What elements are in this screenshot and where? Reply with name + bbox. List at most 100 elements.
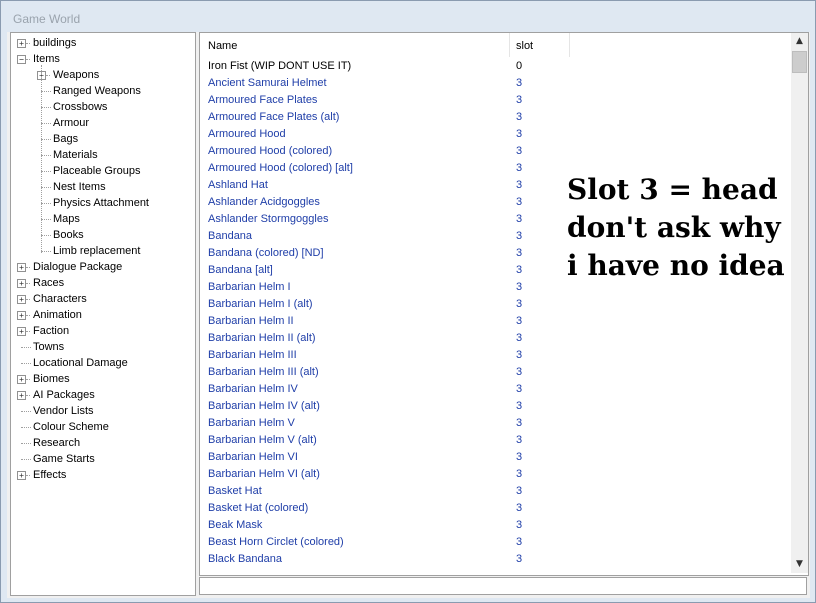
tree-item[interactable]: Game Starts <box>11 451 195 467</box>
column-header-slot[interactable]: slot <box>510 33 570 57</box>
table-row[interactable]: Armoured Face Plates (alt) 3 <box>200 109 790 126</box>
tree-item[interactable]: + Characters <box>11 291 195 307</box>
table-row[interactable]: Barbarian Helm IV 3 <box>200 381 790 398</box>
table-row[interactable]: Barbarian Helm II 3 <box>200 313 790 330</box>
category-tree[interactable]: + buildings − Items + Weapons Ranged Weapons Cr… <box>10 32 196 596</box>
tree-connector <box>26 59 30 60</box>
status-field[interactable] <box>199 577 807 595</box>
table-row[interactable]: Barbarian Helm I (alt) 3 <box>200 296 790 313</box>
tree-item[interactable]: Materials <box>11 147 195 163</box>
tree-connector <box>26 267 30 268</box>
table-row[interactable]: Barbarian Helm III 3 <box>200 347 790 364</box>
table-row[interactable]: Barbarian Helm V (alt) 3 <box>200 432 790 449</box>
table-row[interactable]: Barbarian Helm III (alt) 3 <box>200 364 790 381</box>
tree-item[interactable]: Bags <box>11 131 195 147</box>
table-row[interactable]: Iron Fist (WIP DONT USE IT) 0 <box>200 58 790 75</box>
tree-item-label: Armour <box>53 117 90 129</box>
overlay-annotation: Slot 3 = head don't ask why i have no id… <box>567 171 785 285</box>
tree-item-label: Crossbows <box>53 101 108 113</box>
tree-item-label: Ranged Weapons <box>53 85 141 97</box>
item-slot: 3 <box>516 468 523 480</box>
tree-item[interactable]: Colour Scheme <box>11 419 195 435</box>
table-row[interactable]: Barbarian Helm IV (alt) 3 <box>200 398 790 415</box>
tree-item[interactable]: − Items <box>11 51 195 67</box>
tree-connector <box>41 235 51 236</box>
table-row[interactable]: Armoured Hood 3 <box>200 126 790 143</box>
table-row[interactable]: Barbarian Helm VI 3 <box>200 449 790 466</box>
item-slot: 3 <box>516 213 523 225</box>
item-list[interactable]: Name slot Iron Fist (WIP DONT USE IT) 0 An… <box>199 32 809 576</box>
item-slot: 3 <box>516 536 523 548</box>
tree-item[interactable]: Towns <box>11 339 195 355</box>
tree-item[interactable]: Books <box>11 227 195 243</box>
tree-item[interactable]: + Faction <box>11 323 195 339</box>
tree-item-label: Towns <box>33 341 65 353</box>
tree-item[interactable]: Limb replacement <box>11 243 195 259</box>
tree-item[interactable]: Nest Items <box>11 179 195 195</box>
table-row[interactable]: Barbarian Helm VI (alt) 3 <box>200 466 790 483</box>
scroll-down-icon[interactable]: ▼ <box>791 556 808 573</box>
tree-item[interactable]: + Weapons <box>11 67 195 83</box>
tree-item[interactable]: + buildings <box>11 35 195 51</box>
window-client-area: + buildings − Items + Weapons Ranged Weapons Cr… <box>7 32 810 598</box>
expand-icon[interactable]: + <box>17 327 26 336</box>
item-slot: 3 <box>516 434 523 446</box>
item-name: Ashlander Stormgoggles <box>208 213 329 225</box>
table-row[interactable]: Beak Mask 3 <box>200 517 790 534</box>
title-bar[interactable]: Game World <box>1 1 815 33</box>
tree-connector <box>21 459 31 460</box>
vertical-scrollbar[interactable]: ▲ ▼ <box>791 33 808 573</box>
table-row[interactable]: Beast Horn Circlet (colored) 3 <box>200 534 790 551</box>
tree-item[interactable]: Maps <box>11 211 195 227</box>
collapse-icon[interactable]: − <box>17 55 26 64</box>
tree-item[interactable]: Crossbows <box>11 99 195 115</box>
table-row[interactable]: Barbarian Helm V 3 <box>200 415 790 432</box>
tree-item[interactable]: Ranged Weapons <box>11 83 195 99</box>
scroll-up-icon[interactable]: ▲ <box>791 33 808 50</box>
tree-item[interactable]: Armour <box>11 115 195 131</box>
expand-icon[interactable]: + <box>17 295 26 304</box>
expand-icon[interactable]: + <box>17 263 26 272</box>
tree-item-label: Items <box>33 53 60 65</box>
item-slot: 3 <box>516 128 523 140</box>
scroll-thumb[interactable] <box>792 51 807 73</box>
table-row[interactable]: Ancient Samurai Helmet 3 <box>200 75 790 92</box>
column-header-name[interactable]: Name <box>200 33 510 57</box>
tree-item[interactable]: Research <box>11 435 195 451</box>
table-row[interactable]: Black Bandana 3 <box>200 551 790 568</box>
tree-item[interactable]: Locational Damage <box>11 355 195 371</box>
table-row[interactable]: Basket Hat 3 <box>200 483 790 500</box>
item-slot: 3 <box>516 298 523 310</box>
expand-icon[interactable]: + <box>17 471 26 480</box>
tree-connector <box>21 347 31 348</box>
item-name: Armoured Hood <box>208 128 286 140</box>
annotation-line-1: Slot 3 = head <box>567 173 778 206</box>
item-name: Basket Hat <box>208 485 262 497</box>
item-slot: 3 <box>516 315 523 327</box>
tree-connector <box>41 123 51 124</box>
tree-item-label: Animation <box>33 309 82 321</box>
expand-icon[interactable]: + <box>17 39 26 48</box>
tree-connector <box>41 65 42 253</box>
tree-item-label: Maps <box>53 213 80 225</box>
tree-item[interactable]: + AI Packages <box>11 387 195 403</box>
table-row[interactable]: Barbarian Helm II (alt) 3 <box>200 330 790 347</box>
tree-item[interactable]: + Races <box>11 275 195 291</box>
expand-icon[interactable]: + <box>17 279 26 288</box>
table-row[interactable]: Armoured Hood (colored) 3 <box>200 143 790 160</box>
expand-icon[interactable]: + <box>17 391 26 400</box>
table-row[interactable]: Basket Hat (colored) 3 <box>200 500 790 517</box>
tree-item-label: Races <box>33 277 65 289</box>
tree-item[interactable]: Physics Attachment <box>11 195 195 211</box>
table-row[interactable]: Armoured Face Plates 3 <box>200 92 790 109</box>
tree-item[interactable]: + Biomes <box>11 371 195 387</box>
tree-item[interactable]: Vendor Lists <box>11 403 195 419</box>
tree-item-label: AI Packages <box>33 389 95 401</box>
expand-icon[interactable]: + <box>17 311 26 320</box>
tree-item[interactable]: Placeable Groups <box>11 163 195 179</box>
tree-item[interactable]: + Effects <box>11 467 195 483</box>
tree-item[interactable]: + Animation <box>11 307 195 323</box>
expand-icon[interactable]: + <box>17 375 26 384</box>
tree-item[interactable]: + Dialogue Package <box>11 259 195 275</box>
item-name: Ancient Samurai Helmet <box>208 77 327 89</box>
